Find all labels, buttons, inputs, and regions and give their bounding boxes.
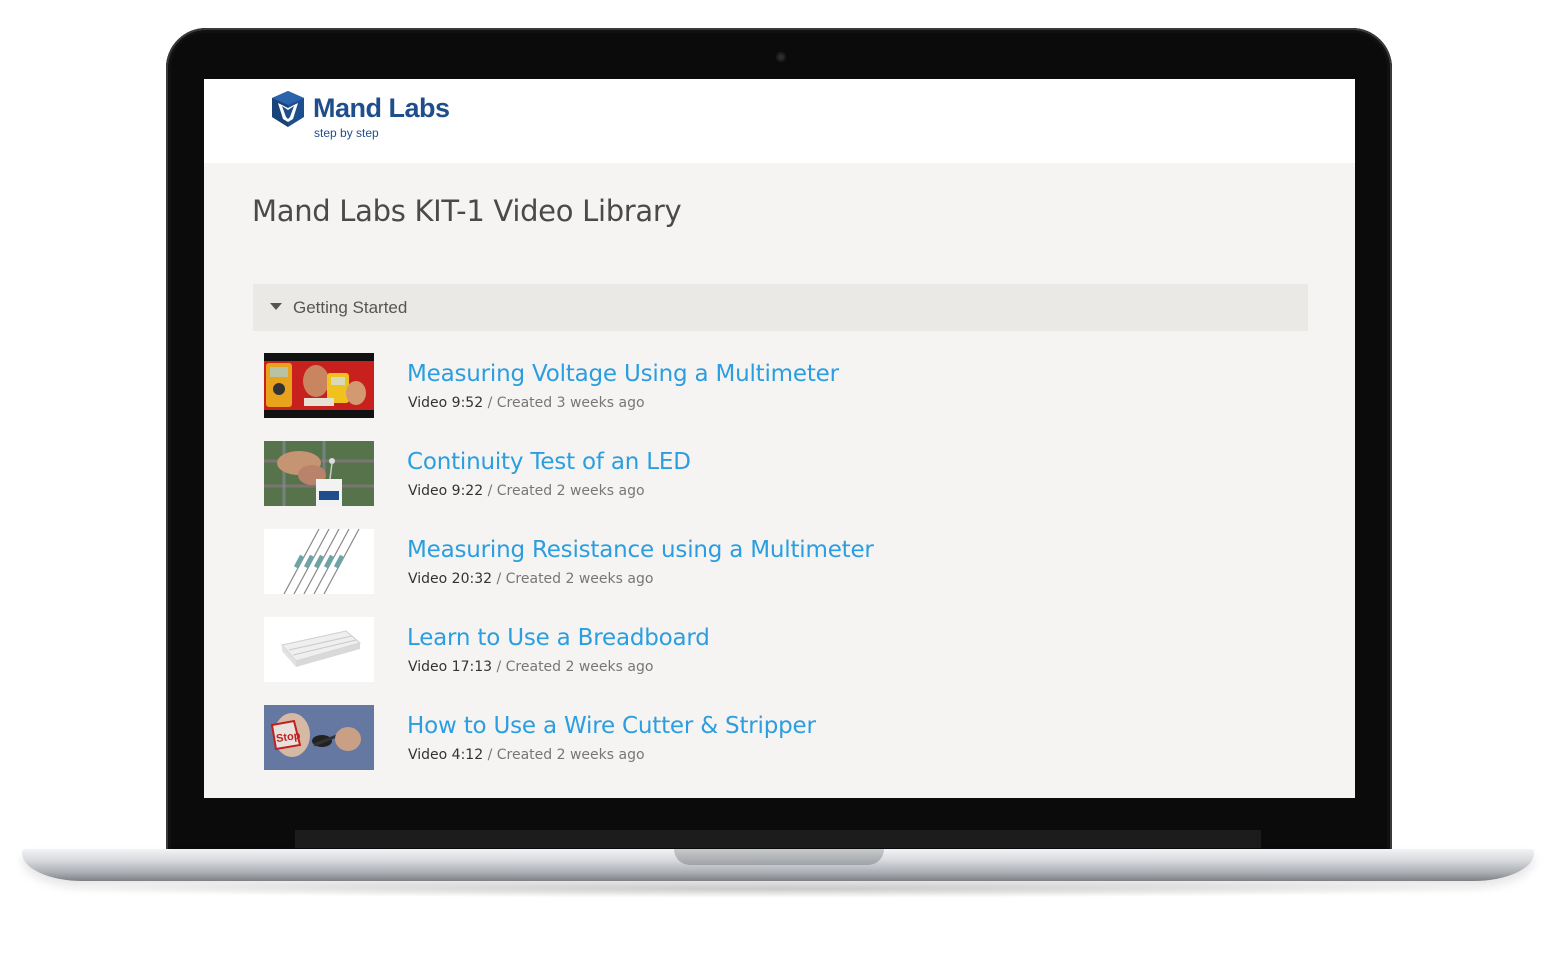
led-test-thumbnail-icon: [264, 441, 374, 506]
video-title-link[interactable]: Continuity Test of an LED: [407, 449, 691, 475]
video-duration: Video 17:13: [408, 659, 493, 675]
logo-cube-icon[interactable]: [269, 89, 307, 129]
video-created: / Created 3 weeks ago: [483, 395, 645, 411]
section-header-getting-started[interactable]: Getting Started: [253, 284, 1308, 331]
multimeter-hands-thumbnail-icon: [264, 353, 374, 418]
video-title-link[interactable]: How to Use a Wire Cutter & Stripper: [407, 713, 816, 739]
video-duration: Video 4:12: [408, 747, 484, 763]
logo-tagline: step by step: [314, 126, 379, 140]
section-label: Getting Started: [293, 298, 408, 317]
video-thumbnail[interactable]: [264, 617, 374, 682]
video-meta: Video 17:13 / Created 2 weeks ago: [408, 659, 653, 675]
video-title-link[interactable]: Measuring Resistance using a Multimeter: [407, 537, 874, 563]
site-header: Mand Labs step by step: [204, 79, 1355, 163]
video-item-wire-cutter: Stop How to Use a Wire Cutter & Stripper…: [264, 705, 1264, 771]
wire-cutter-thumbnail-icon: Stop: [264, 705, 374, 770]
video-meta: Video 20:32 / Created 2 weeks ago: [408, 571, 653, 587]
video-thumbnail[interactable]: Stop: [264, 705, 374, 770]
video-title-link[interactable]: Measuring Voltage Using a Multimeter: [407, 361, 839, 387]
laptop-shadow: [40, 880, 1516, 898]
video-created: / Created 2 weeks ago: [492, 659, 654, 675]
camera-icon: [776, 52, 786, 62]
laptop-notch: [674, 849, 884, 865]
video-meta: Video 9:52 / Created 3 weeks ago: [408, 395, 645, 411]
screen: Mand Labs step by step Mand Labs KIT-1 V…: [204, 79, 1355, 798]
page-title: Mand Labs KIT-1 Video Library: [252, 194, 682, 228]
video-item-measuring-voltage: Measuring Voltage Using a Multimeter Vid…: [264, 353, 1264, 419]
video-duration: Video 9:22: [408, 483, 484, 499]
resistors-thumbnail-icon: [264, 529, 374, 594]
video-title-link[interactable]: Learn to Use a Breadboard: [407, 625, 710, 651]
video-thumbnail[interactable]: [264, 353, 374, 418]
logo-name[interactable]: Mand Labs: [313, 93, 450, 124]
video-created: / Created 2 weeks ago: [492, 571, 654, 587]
video-duration: Video 9:52: [408, 395, 484, 411]
video-item-breadboard: Learn to Use a Breadboard Video 17:13 / …: [264, 617, 1264, 683]
video-item-measuring-resistance: Measuring Resistance using a Multimeter …: [264, 529, 1264, 595]
video-created: / Created 2 weeks ago: [483, 747, 645, 763]
video-created: / Created 2 weeks ago: [483, 483, 645, 499]
laptop-hinge: [295, 830, 1261, 848]
video-thumbnail[interactable]: [264, 529, 374, 594]
caret-down-icon: [270, 303, 282, 310]
video-duration: Video 20:32: [408, 571, 493, 587]
video-item-continuity-led: Continuity Test of an LED Video 9:22 / C…: [264, 441, 1264, 507]
video-thumbnail[interactable]: [264, 441, 374, 506]
video-meta: Video 9:22 / Created 2 weeks ago: [408, 483, 645, 499]
breadboard-thumbnail-icon: [264, 617, 374, 682]
video-meta: Video 4:12 / Created 2 weeks ago: [408, 747, 645, 763]
